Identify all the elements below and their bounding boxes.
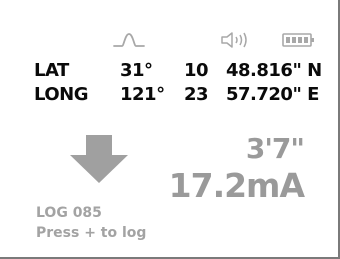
longitude-label: LONG xyxy=(34,84,88,105)
device-screen: LAT 31° 10 48.816" N LONG 121° 23 57.720… xyxy=(0,0,340,259)
longitude-seconds: 57.720" E xyxy=(226,84,319,105)
battery-icon xyxy=(282,33,314,47)
latitude-minutes: 10 xyxy=(184,60,209,81)
latitude-seconds: 48.816" N xyxy=(226,60,322,81)
log-counter: LOG 085 xyxy=(36,205,102,221)
latitude-label: LAT xyxy=(34,60,69,81)
latitude-row: LAT 31° 10 48.816" N xyxy=(0,60,338,84)
log-hint: Press + to log xyxy=(36,225,147,241)
pulse-icon xyxy=(113,33,145,47)
current-reading: 17.2mA xyxy=(168,166,305,205)
depth-reading: 3'7" xyxy=(245,132,305,165)
latitude-degrees: 31° xyxy=(120,60,153,81)
down-arrow-icon xyxy=(70,135,128,183)
longitude-degrees: 121° xyxy=(120,84,165,105)
longitude-row: LONG 121° 23 57.720" E xyxy=(0,84,338,108)
speaker-icon xyxy=(221,32,247,48)
longitude-minutes: 23 xyxy=(184,84,209,105)
